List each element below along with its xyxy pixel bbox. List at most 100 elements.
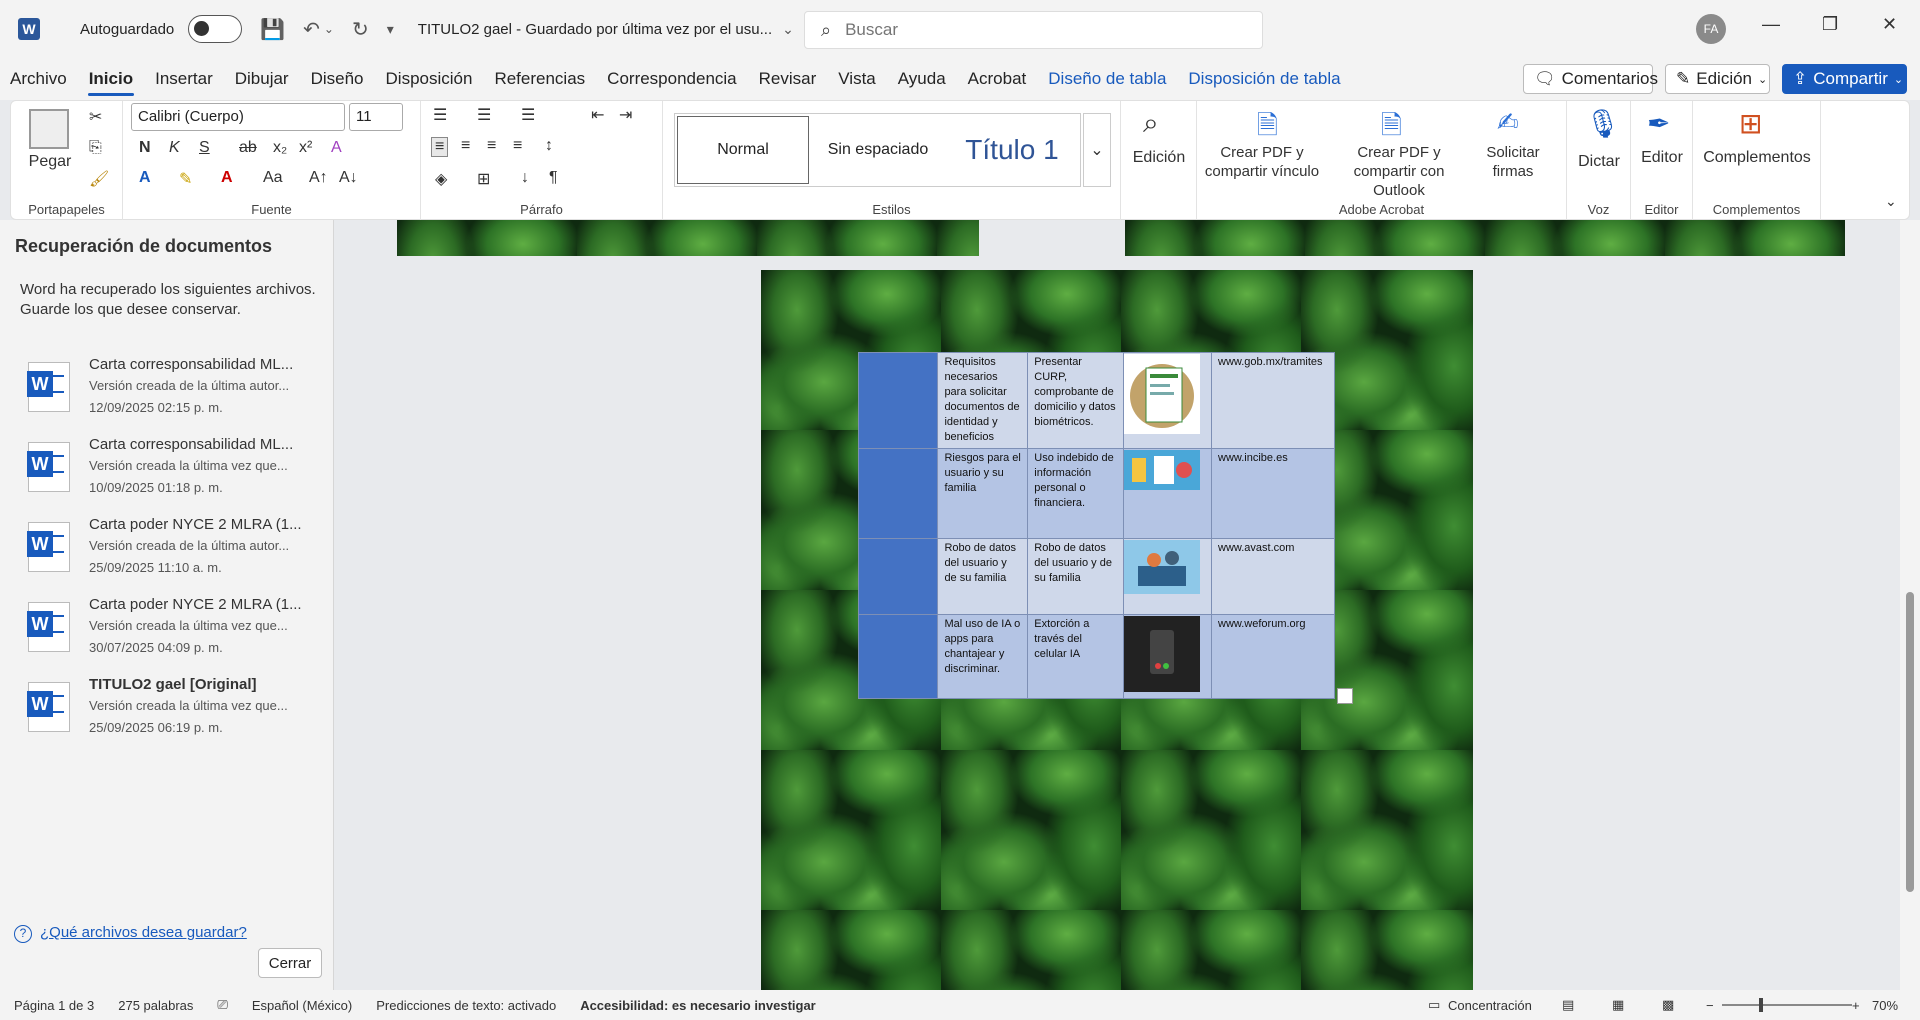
text-predictions-status[interactable]: Predicciones de texto: activado [376,998,556,1013]
paste-icon[interactable] [29,109,69,149]
title-chevron-icon[interactable]: ⌄ [782,21,794,38]
table-cell-blue[interactable] [857,352,939,449]
accessibility-status[interactable]: Accesibilidad: es necesario investigar [580,998,816,1013]
table-cell[interactable]: Riesgos para el usuario y su familia [937,448,1029,539]
table-cell[interactable]: Uso indebido de información personal o f… [1027,448,1125,539]
signature-icon[interactable]: ✍ [1497,107,1519,138]
table-cell[interactable]: www.avast.com [1211,538,1335,615]
document-title[interactable]: TITULO2 gael - Guardado por última vez p… [418,21,772,38]
word-count[interactable]: 275 palabras [118,998,193,1013]
underline-icon[interactable]: S [199,139,210,157]
text-effects-icon[interactable]: A [139,169,151,187]
tab-dibujar[interactable]: Dibujar [224,58,300,100]
print-layout-icon[interactable]: ▦ [1612,997,1624,1013]
styles-more-icon[interactable]: ⌄ [1083,113,1111,187]
table-cell[interactable]: www.gob.mx/tramites [1211,352,1335,449]
editor-pen-icon[interactable]: ✒ [1647,107,1670,140]
table-cell-blue[interactable] [857,614,939,699]
tab-diseno-tabla[interactable]: Diseño de tabla [1037,58,1177,100]
sort-icon[interactable]: ↓ [521,169,529,187]
vertical-scrollbar[interactable] [1900,220,1920,990]
recovered-file[interactable]: W Carta poder NYCE 2 MLRA (1... Versión … [27,516,328,594]
editing-button[interactable]: Edición [1121,149,1197,167]
numbering-icon[interactable]: ☰ [477,105,491,125]
table-cell[interactable]: Presentar CURP, comprobante de domicilio… [1027,352,1125,449]
increase-indent-icon[interactable]: ⇥ [619,105,632,125]
cut-icon[interactable]: ✂ [89,107,102,127]
customize-toolbar-icon[interactable]: ▾ [387,21,394,38]
undo-icon[interactable]: ↶ [303,17,320,42]
zoom-level[interactable]: 70% [1872,998,1898,1013]
microphone-icon[interactable]: 🎙 [1585,107,1621,140]
style-normal[interactable]: Normal [677,116,809,184]
language-status[interactable]: Español (México) [252,998,352,1013]
recovered-file[interactable]: W Carta corresponsabilidad ML... Versión… [27,356,328,434]
dictate-button[interactable]: Dictar [1567,153,1631,171]
borders-icon[interactable]: ⊞ [477,169,490,189]
save-icon[interactable]: 💾 [260,17,285,42]
italic-icon[interactable]: K [169,139,180,157]
table-cell-image[interactable] [1123,538,1213,615]
editing-mode-button[interactable]: ✎ Edición ⌄ [1665,64,1770,94]
zoom-in-icon[interactable]: + [1852,998,1860,1013]
close-panel-button[interactable]: Cerrar [258,948,322,978]
table-cell-image[interactable] [1123,352,1213,449]
table-cell[interactable]: Robo de datos del usuario y de su famili… [937,538,1029,615]
shading-icon[interactable]: ◈ [435,169,447,189]
minimize-icon[interactable]: — [1762,14,1780,35]
align-left-icon[interactable]: ≡ [431,137,449,157]
table-resize-handle[interactable] [1337,688,1353,704]
page-count[interactable]: Página 1 de 3 [14,998,94,1013]
align-center-icon[interactable]: ≡ [461,137,470,155]
focus-mode-button[interactable]: Concentración [1448,998,1532,1013]
recovered-file[interactable]: W Carta poder NYCE 2 MLRA (1... Versión … [27,596,328,674]
justify-icon[interactable]: ≡ [513,137,522,155]
avatar[interactable]: FA [1696,14,1726,44]
request-signatures-button[interactable]: Solicitar firmas [1473,143,1553,181]
addins-button[interactable]: Complementos [1693,149,1821,167]
share-button[interactable]: ⇪ Compartir ⌄ [1782,64,1907,94]
copy-icon[interactable]: ⎘ [89,139,102,157]
zoom-out-icon[interactable]: − [1706,998,1714,1013]
font-size-select[interactable]: 11 [349,103,403,131]
strikethrough-icon[interactable]: ab [239,139,257,157]
tab-acrobat[interactable]: Acrobat [957,58,1038,100]
comments-button[interactable]: 🗨 Comentarios [1523,64,1658,94]
clear-format-icon[interactable]: A [331,139,342,157]
font-color-icon[interactable]: A [221,169,233,187]
search-input[interactable] [845,20,1226,40]
change-case-icon[interactable]: Aa [263,169,283,187]
align-right-icon[interactable]: ≡ [487,137,496,155]
collapse-ribbon-icon[interactable]: ⌄ [1885,193,1897,210]
tab-insertar[interactable]: Insertar [144,58,224,100]
tab-diseno[interactable]: Diseño [300,58,375,100]
subscript-icon[interactable]: x₂ [273,139,287,157]
table-cell[interactable]: Extorción a través del celular IA [1027,614,1125,699]
table-cell-image[interactable] [1123,614,1213,699]
tab-revisar[interactable]: Revisar [748,58,828,100]
focus-icon[interactable]: ▭ [1428,997,1440,1013]
proofing-icon[interactable]: ⎚ [217,997,227,1013]
table-cell[interactable]: Robo de datos del usuario y de su famili… [1027,538,1125,615]
table-cell[interactable]: Requisitos necesarios para solicitar doc… [937,352,1029,449]
paste-button[interactable]: Pegar [27,153,73,171]
read-mode-icon[interactable]: ▤ [1562,997,1574,1013]
redo-icon[interactable]: ↻ [352,17,369,42]
highlight-icon[interactable]: ✎ [179,169,192,189]
help-link[interactable]: ? ¿Qué archivos desea guardar? [14,924,247,943]
find-icon[interactable]: ⌕ [1143,107,1159,140]
undo-dropdown-icon[interactable]: ⌄ [324,22,334,36]
superscript-icon[interactable]: x² [299,139,312,157]
zoom-slider[interactable] [1722,1004,1852,1006]
tab-disposicion-tabla[interactable]: Disposición de tabla [1177,58,1351,100]
table-cell-blue[interactable] [857,538,939,615]
scrollbar-thumb[interactable] [1906,592,1914,892]
table-cell-image[interactable] [1123,448,1213,539]
table-cell[interactable]: Mal uso de IA o apps para chantajear y d… [937,614,1029,699]
web-layout-icon[interactable]: ▩ [1662,997,1674,1013]
font-name-select[interactable]: Calibri (Cuerpo) [131,103,345,131]
pilcrow-icon[interactable]: ¶ [549,169,558,187]
format-painter-icon[interactable]: 🖌 [89,169,109,189]
create-pdf-outlook-button[interactable]: Crear PDF y compartir con Outlook [1329,143,1469,200]
search-box[interactable]: ⌕ [804,11,1263,49]
